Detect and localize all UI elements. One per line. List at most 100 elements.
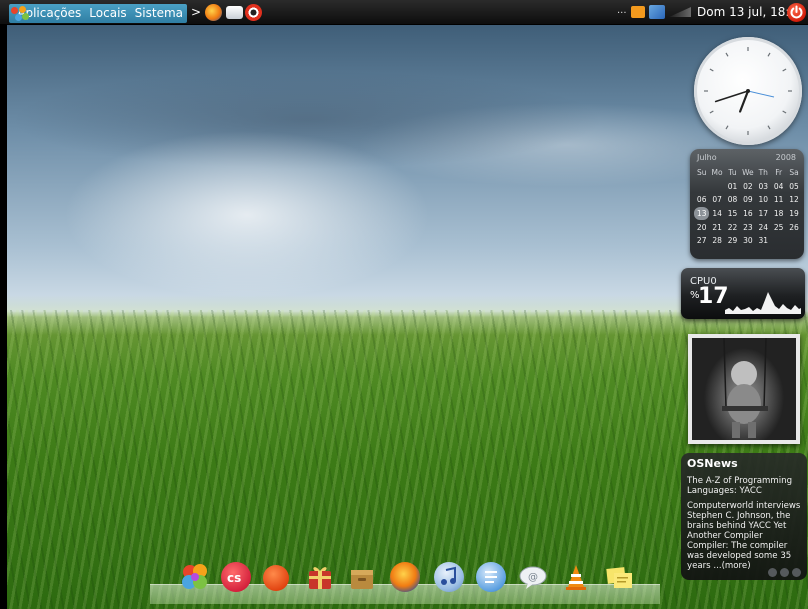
news-headline[interactable]: The A-Z of Programming Languages: YACC xyxy=(687,476,802,496)
power-icon[interactable] xyxy=(787,3,806,22)
calendar-day[interactable]: 23 xyxy=(740,221,755,234)
calendar-week-row: 13 14 15 16 17 18 19 xyxy=(694,207,802,221)
minute-hand xyxy=(714,90,749,103)
news-feed-title[interactable]: OSNews xyxy=(687,457,802,471)
calendar-day[interactable]: 30 xyxy=(740,234,755,247)
text-editor-icon[interactable] xyxy=(476,562,506,592)
top-panel: Aplicações Locais Sistema > ··· Dom 13 j… xyxy=(0,0,808,25)
main-menu-bar: Aplicações Locais Sistema xyxy=(9,4,187,23)
weekday-label: Mo xyxy=(711,168,723,178)
calendar-day[interactable]: 05 xyxy=(786,180,801,193)
calendar-day[interactable]: 22 xyxy=(725,221,740,234)
menu-places[interactable]: Locais xyxy=(85,4,130,23)
weekday-label: Sa xyxy=(789,168,799,178)
second-hand xyxy=(747,90,775,98)
news-control-dot[interactable] xyxy=(780,568,789,577)
clock-tick xyxy=(709,110,714,114)
calendar-day[interactable]: 09 xyxy=(740,193,755,206)
calendar-day[interactable]: 29 xyxy=(725,234,740,247)
calendar-day[interactable]: 17 xyxy=(756,207,771,220)
vlc-cone-icon[interactable] xyxy=(561,562,591,592)
calendar-day[interactable]: 03 xyxy=(756,180,771,193)
gift-box-icon[interactable] xyxy=(305,562,335,592)
calendar-day[interactable]: 21 xyxy=(709,221,724,234)
calendar-day[interactable]: 14 xyxy=(709,207,724,220)
news-controls xyxy=(768,568,801,577)
cpu-monitor-widget[interactable]: CPU0 % 17 xyxy=(681,268,805,319)
clock-tick xyxy=(725,125,729,130)
calendar-day[interactable]: 11 xyxy=(771,193,786,206)
clock-tick xyxy=(767,52,771,57)
calendar-day[interactable]: 10 xyxy=(756,193,771,206)
help-lifebuoy-icon[interactable] xyxy=(245,4,262,21)
calendar-day[interactable]: 27 xyxy=(694,234,709,247)
calendar-week-row: 20 21 22 23 24 25 26 xyxy=(694,220,802,234)
news-summary[interactable]: Computerworld interviews Stephen C. John… xyxy=(687,501,802,571)
calendar-day[interactable]: 01 xyxy=(725,180,740,193)
news-control-dot[interactable] xyxy=(792,568,801,577)
sticky-notes-icon[interactable] xyxy=(604,562,634,592)
calendar-day[interactable]: 02 xyxy=(740,180,755,193)
chat-icon[interactable] xyxy=(631,6,645,18)
calendar-day[interactable]: 12 xyxy=(786,193,801,206)
calendar-day[interactable]: 19 xyxy=(786,207,801,220)
photo-frame-widget[interactable] xyxy=(688,334,800,444)
news-control-dot[interactable] xyxy=(768,568,777,577)
archive-icon[interactable] xyxy=(347,562,377,592)
photo-child-on-swing xyxy=(692,338,796,440)
volume-icon[interactable] xyxy=(669,7,691,17)
calendar-header: Julho 2008 xyxy=(690,151,804,165)
menu-system[interactable]: Sistema xyxy=(131,4,187,23)
weekday-label: Fr xyxy=(775,168,783,178)
hour-hand xyxy=(739,89,750,113)
itunes-icon[interactable] xyxy=(434,562,464,592)
firefox-icon[interactable] xyxy=(390,562,420,592)
calendar-weekday-row: Su Mo Tu We Th Fr Sa xyxy=(694,166,802,180)
calendar-day[interactable]: 20 xyxy=(694,221,709,234)
launcher-separator: > xyxy=(191,5,202,19)
clock-tick xyxy=(767,125,771,130)
calendar-day[interactable]: 28 xyxy=(709,234,724,247)
calendar-grid: Su Mo Tu We Th Fr Sa 01 02 03 04 05 06 0… xyxy=(694,166,802,248)
calendar-month: Julho xyxy=(697,153,717,162)
firefox-icon[interactable] xyxy=(205,4,222,21)
calendar-day[interactable]: 24 xyxy=(756,221,771,234)
calendar-week-row: 27 28 29 30 31 xyxy=(694,234,802,248)
svg-text:@: @ xyxy=(528,572,538,583)
pinwheel-icon[interactable] xyxy=(180,562,210,592)
calendar-day[interactable]: 31 xyxy=(756,234,771,247)
svg-text:cs: cs xyxy=(227,571,241,585)
calendar-year: 2008 xyxy=(775,153,796,162)
network-icon[interactable] xyxy=(649,5,665,19)
analog-clock-widget[interactable] xyxy=(694,37,802,145)
calendar-day[interactable]: 18 xyxy=(771,207,786,220)
clock-tick xyxy=(782,110,787,114)
mail-icon[interactable] xyxy=(226,6,243,19)
calendar-week-row: 06 07 08 09 10 11 12 xyxy=(694,193,802,207)
calendar-day[interactable]: 04 xyxy=(771,180,786,193)
weekday-label: Th xyxy=(758,168,768,178)
calendar-day[interactable]: 26 xyxy=(786,221,801,234)
cpu-usage-graph xyxy=(725,292,801,314)
clock-tick xyxy=(709,68,714,72)
news-feed-widget[interactable]: OSNews The A-Z of Programming Languages:… xyxy=(681,453,807,580)
calendar-day[interactable]: 07 xyxy=(709,193,724,206)
record-icon[interactable] xyxy=(263,565,289,591)
clock-tick xyxy=(782,68,787,72)
calendar-widget[interactable]: Julho 2008 Su Mo Tu We Th Fr Sa 01 02 03… xyxy=(690,149,804,259)
calendar-day-today[interactable]: 13 xyxy=(694,207,710,221)
clock-tick xyxy=(725,52,729,57)
applications-logo-icon[interactable] xyxy=(11,5,29,22)
calendar-day[interactable]: 08 xyxy=(725,193,740,206)
calendar-day[interactable]: 15 xyxy=(725,207,740,220)
calendar-day[interactable]: 06 xyxy=(694,193,709,206)
weekday-label: We xyxy=(742,168,754,178)
weekday-label: Su xyxy=(696,168,707,178)
dots-icon[interactable]: ··· xyxy=(617,8,627,19)
calendar-week-row: 01 02 03 04 05 xyxy=(694,180,802,194)
calendar-day[interactable]: 25 xyxy=(771,221,786,234)
lastfm-icon[interactable]: cs xyxy=(221,562,251,592)
weekday-label: Tu xyxy=(728,168,737,178)
pidgin-chat-icon[interactable]: @ xyxy=(518,562,548,592)
calendar-day[interactable]: 16 xyxy=(740,207,755,220)
